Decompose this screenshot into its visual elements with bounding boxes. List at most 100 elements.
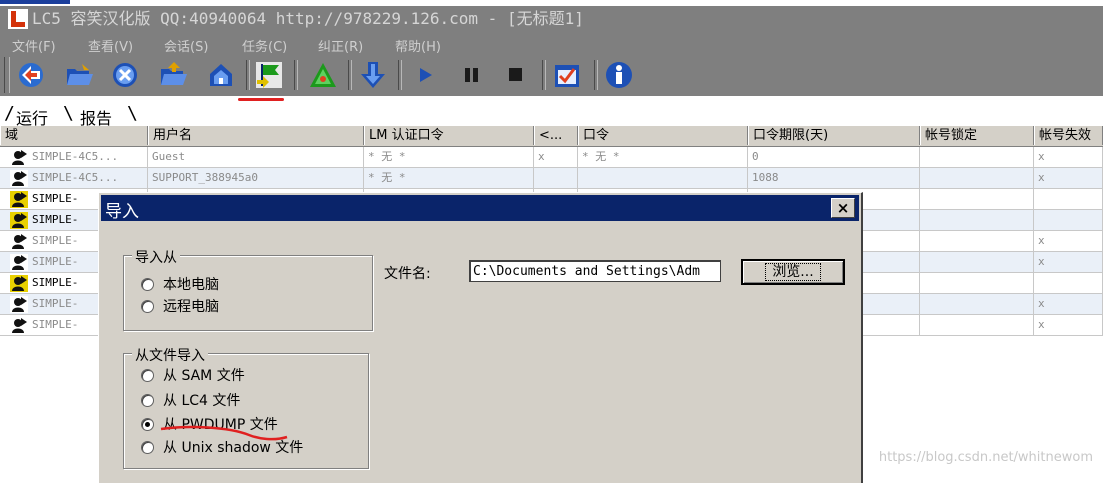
from-file-group: 从文件导入 从 SAM 文件 从 LC4 文件 从 PWDUMP 文件 从 Un… <box>123 345 369 469</box>
col-username[interactable]: 用户名 <box>148 126 364 145</box>
tab-divider: / <box>4 103 15 124</box>
toolbar-separator <box>594 60 598 90</box>
window-title: LC5 容笑汉化版 QQ:40940064 http://978229.126.… <box>32 9 584 28</box>
menu-bar: 文件(F) 查看(V) 会话(S) 任务(C) 纠正(R) 帮助(H) <box>0 32 1103 55</box>
cell-pwd <box>578 168 748 188</box>
grid-header: 域 用户名 LM 认证口令 <... 口令 口令期限(天) 帐号锁定 帐号失效 <box>0 126 1103 147</box>
sam-file-radio[interactable]: 从 SAM 文件 <box>141 365 245 385</box>
close-button[interactable]: × <box>831 198 855 218</box>
radio-label: 从 PWDUMP 文件 <box>163 417 278 433</box>
cell-flag: x <box>534 147 578 167</box>
toolbar-separator <box>348 60 352 90</box>
cell-disabled: x <box>1034 168 1103 188</box>
local-computer-radio[interactable]: 本地电脑 <box>141 274 219 294</box>
stop-icon[interactable] <box>498 58 532 92</box>
col-lt8[interactable]: <... <box>534 126 578 145</box>
radio-button <box>141 299 154 313</box>
user-account-icon <box>10 296 28 313</box>
view-tabs: / 运行 \ 报告 \ <box>0 103 1103 128</box>
lc5-app-icon <box>8 9 28 29</box>
table-row[interactable]: SIMPLE-4C5... Guest * 无 * x * 无 * 0 x <box>0 147 1103 168</box>
cell-disabled <box>1034 273 1103 293</box>
radio-button <box>141 440 154 454</box>
cell-age: 1088 <box>748 168 920 188</box>
user-account-icon <box>10 170 28 187</box>
cell-locked <box>920 315 1034 335</box>
cell-disabled: x <box>1034 147 1103 167</box>
triangle-options-icon[interactable] <box>306 58 340 92</box>
cell-disabled <box>1034 210 1103 230</box>
toolbar-separator <box>542 60 546 90</box>
cell-age: 0 <box>748 147 920 167</box>
col-disabled[interactable]: 帐号失效 <box>1034 126 1103 145</box>
browse-label: 浏览... <box>765 263 821 281</box>
lc4-file-radio[interactable]: 从 LC4 文件 <box>141 390 240 410</box>
radio-label: 远程电脑 <box>163 299 219 315</box>
cell-locked <box>920 231 1034 251</box>
play-icon[interactable] <box>408 58 442 92</box>
pause-icon[interactable] <box>454 58 488 92</box>
import-dialog: 导入 × 导入从 本地电脑 远程电脑 文件名: C:\Documents and… <box>98 192 863 483</box>
cell-locked <box>920 294 1034 314</box>
col-locked[interactable]: 帐号锁定 <box>920 126 1034 145</box>
toolbar-separator <box>398 60 402 90</box>
radio-label: 从 LC4 文件 <box>163 393 241 409</box>
user-account-icon <box>10 275 28 292</box>
cell-locked <box>920 147 1034 167</box>
filename-input[interactable]: C:\Documents and Settings\Adm <box>469 260 721 282</box>
radio-button-selected <box>141 417 154 431</box>
cell-locked <box>920 252 1034 272</box>
title-accent-strip <box>0 0 70 4</box>
toolbar-separator <box>294 60 298 90</box>
cell-lm: * 无 * <box>364 168 534 188</box>
menu-task[interactable]: 任务(C) <box>242 36 287 55</box>
cell-disabled: x <box>1034 252 1103 272</box>
dialog-titlebar[interactable]: 导入 × <box>101 195 859 222</box>
save-session-icon[interactable] <box>204 58 238 92</box>
col-domain[interactable]: 域 <box>0 126 148 145</box>
filename-label: 文件名: <box>384 266 431 282</box>
user-account-icon <box>10 233 28 250</box>
browse-button[interactable]: 浏览... <box>741 259 845 285</box>
open-session-icon[interactable] <box>156 58 190 92</box>
menu-view[interactable]: 查看(V) <box>88 36 133 55</box>
user-account-icon <box>10 254 28 271</box>
cell-locked <box>920 189 1034 209</box>
open-folder-icon[interactable] <box>62 58 96 92</box>
import-flag-icon[interactable] <box>252 58 286 92</box>
window-titlebar: LC5 容笑汉化版 QQ:40940064 http://978229.126.… <box>0 0 1103 32</box>
cell-disabled <box>1034 189 1103 209</box>
unix-shadow-file-radio[interactable]: 从 Unix shadow 文件 <box>141 437 303 457</box>
radio-label: 从 SAM 文件 <box>163 368 245 384</box>
radio-button <box>141 277 154 291</box>
group-label: 导入从 <box>132 247 180 267</box>
col-password-age[interactable]: 口令期限(天) <box>748 126 920 145</box>
cell-flag <box>534 168 578 188</box>
report-checkbox-icon[interactable] <box>550 58 584 92</box>
user-account-icon <box>10 317 28 334</box>
tab-divider: \ <box>63 103 74 124</box>
table-row[interactable]: SIMPLE-4C5... SUPPORT_388945a0 * 无 * 1088 x <box>0 168 1103 189</box>
toolbar-separator <box>246 60 250 90</box>
menu-help[interactable]: 帮助(H) <box>395 36 441 55</box>
toolbar-grip <box>4 57 10 93</box>
radio-button <box>141 368 154 382</box>
cell-disabled: x <box>1034 315 1103 335</box>
col-lm-hash[interactable]: LM 认证口令 <box>364 126 534 145</box>
red-annotation-underline <box>238 98 284 101</box>
session-wizard-icon[interactable] <box>14 58 48 92</box>
remote-computer-radio[interactable]: 远程电脑 <box>141 296 219 316</box>
col-password[interactable]: 口令 <box>578 126 748 145</box>
close-session-icon[interactable] <box>108 58 142 92</box>
cell-pwd: * 无 * <box>578 147 748 167</box>
info-icon[interactable] <box>602 58 636 92</box>
radio-label: 本地电脑 <box>163 277 219 293</box>
menu-remediate[interactable]: 纠正(R) <box>318 36 363 55</box>
menu-file[interactable]: 文件(F) <box>12 36 56 55</box>
cell-locked <box>920 168 1034 188</box>
cell-disabled: x <box>1034 294 1103 314</box>
import-from-group: 导入从 本地电脑 远程电脑 <box>123 247 373 331</box>
download-arrow-icon[interactable] <box>356 58 390 92</box>
menu-session[interactable]: 会话(S) <box>164 36 208 55</box>
pwdump-file-radio[interactable]: 从 PWDUMP 文件 <box>141 414 278 434</box>
